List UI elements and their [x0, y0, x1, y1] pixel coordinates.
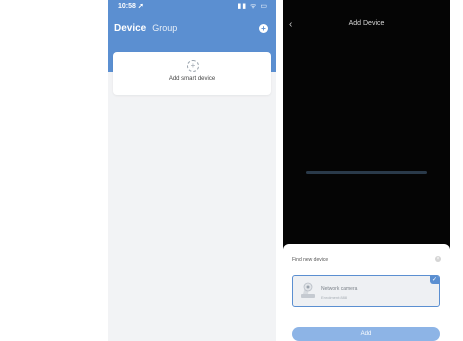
tab-bar: Device Group [114, 23, 177, 34]
close-icon[interactable]: × [435, 256, 441, 262]
right-phone-screen: ‹ Add Device Find new device × Network c… [283, 0, 450, 341]
page-title: Add Device [348, 20, 385, 27]
checkmark-icon[interactable]: ✓ [430, 276, 439, 284]
device-list-item[interactable]: Network camera Enrolment:888 ✓ [292, 275, 440, 307]
device-serial: Enrolment:888 [321, 295, 348, 300]
sheet-title: Find new device [292, 257, 329, 263]
add-button[interactable]: Add [292, 327, 440, 341]
add-smart-device-card[interactable]: + Add smart device [113, 52, 271, 95]
left-phone-screen: 10:58 ➚ ▮▮ ᯤ ▭ Device Group + + Add smar… [108, 0, 276, 341]
plus-dashed-icon: + [187, 60, 199, 72]
tab-device[interactable]: Device [114, 23, 146, 34]
status-bar: 10:58 ➚ ▮▮ ᯤ ▭ [108, 0, 276, 14]
status-time: 10:58 ➚ [118, 3, 144, 10]
find-device-sheet: Find new device × Network camera Enrolme… [283, 244, 450, 341]
status-icons: ▮▮ ᯤ ▭ [237, 3, 268, 10]
device-name: Network camera [321, 286, 358, 292]
add-smart-device-label: Add smart device [168, 76, 216, 82]
scan-progress-bar [306, 171, 427, 174]
add-button-plus-icon[interactable]: + [259, 24, 268, 33]
camera-icon [301, 282, 315, 298]
tab-group[interactable]: Group [152, 23, 177, 33]
